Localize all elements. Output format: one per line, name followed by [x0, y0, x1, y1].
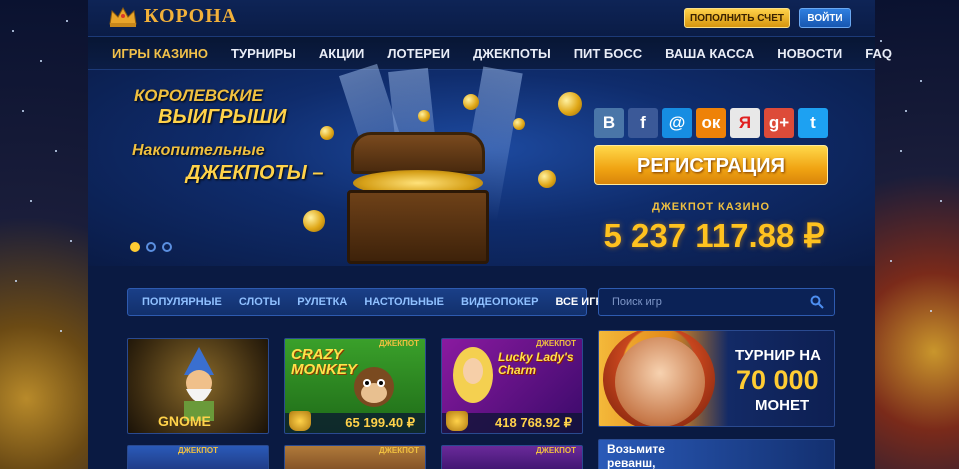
lady-illustration [453, 347, 493, 403]
promo-woman-face [615, 337, 705, 426]
top-bar: КОРОНА ПОПОЛНИТЬ СЧЕТ ВОЙТИ [88, 0, 875, 36]
game-search [598, 288, 835, 316]
jackpot-tag: ДЖЕКПОТ [378, 339, 419, 348]
jackpot-tag: ДЖЕКПОТ [535, 446, 576, 455]
tab-video-poker[interactable]: ВИДЕОПОКЕР [461, 296, 538, 308]
slider-dot[interactable] [130, 242, 140, 252]
facebook-icon[interactable]: f [628, 108, 658, 138]
promo-coins: МОНЕТ [755, 397, 810, 414]
jackpot-tag: ДЖЕКПОТ [535, 339, 576, 348]
star-decoration [22, 110, 24, 112]
tab-slots[interactable]: СЛОТЫ [239, 296, 280, 308]
jackpot-tag: ДЖЕКПОТ [378, 446, 419, 455]
star-decoration [920, 80, 922, 82]
slider-dot[interactable] [162, 242, 172, 252]
banner-headline-3: Накопительные [132, 142, 265, 159]
slider-dots [130, 242, 172, 252]
mailru-icon[interactable]: @ [662, 108, 692, 138]
logo-text: КОРОНА [144, 5, 238, 27]
tab-roulette[interactable]: РУЛЕТКА [297, 296, 347, 308]
nav-item-jackpots[interactable]: ДЖЕКПОТЫ [473, 46, 551, 61]
star-decoration [70, 240, 72, 242]
jackpot-tag: ДЖЕКПОТ [177, 446, 218, 455]
coin [513, 118, 525, 130]
register-button[interactable]: РЕГИСТРАЦИЯ [594, 145, 828, 185]
twitter-icon[interactable]: t [798, 108, 828, 138]
chest-body [347, 190, 489, 264]
deposit-button[interactable]: ПОПОЛНИТЬ СЧЕТ [684, 8, 790, 28]
nav-item-cashier[interactable]: ВАША КАССА [665, 46, 754, 61]
main-nav: ИГРЫ КАЗИНО ТУРНИРЫ АКЦИИ ЛОТЕРЕИ ДЖЕКПО… [88, 36, 892, 70]
social-login-bar: Bf @ ок Яg+ t [594, 108, 828, 138]
game-tile-lucky-ladys-charm[interactable]: ДЖЕКПОТ Lucky Lady's Charm 418 768.92 ₽ [441, 338, 583, 434]
nav-item-lotteries[interactable]: ЛОТЕРЕИ [387, 46, 450, 61]
chest-lid [351, 132, 485, 174]
vk-icon[interactable]: B [594, 108, 624, 138]
game-tile-title: Lucky Lady's Charm [498, 350, 574, 377]
promo-revenge-text: Возьмите реванш, [607, 442, 665, 469]
promo-amount: 70 000 [736, 365, 819, 395]
jackpot-value: 5 237 117.88 ₽ [603, 217, 825, 254]
star-decoration [890, 260, 892, 262]
search-icon[interactable] [810, 295, 824, 309]
crown-icon [109, 6, 137, 27]
banner-headline-1: КОРОЛЕВСКИЕ [134, 86, 263, 105]
yandex-icon[interactable]: Я [730, 108, 760, 138]
jackpot-label: ДЖЕКПОТ КАЗИНО [651, 201, 771, 213]
star-decoration [900, 150, 902, 152]
googleplus-icon[interactable]: g+ [764, 108, 794, 138]
tab-table-games[interactable]: НАСТОЛЬНЫЕ [364, 296, 444, 308]
money-bag-icon [289, 411, 311, 431]
promo-tournament-text: ТУРНИР НА [735, 347, 821, 364]
logo[interactable]: КОРОНА [108, 5, 237, 28]
game-tile[interactable]: ДЖЕКПОТ [441, 445, 583, 469]
odnoklassniki-icon[interactable]: ок [696, 108, 726, 138]
star-decoration [66, 20, 68, 22]
game-tile-crazy-monkey[interactable]: ДЖЕКПОТ CRAZY MONKEY 65 199.40 ₽ [284, 338, 426, 434]
game-tile-gnome[interactable]: GNOME [127, 338, 269, 434]
star-decoration [905, 110, 907, 112]
star-decoration [880, 40, 882, 42]
login-button[interactable]: ВОЙТИ [799, 8, 851, 28]
game-search-input[interactable] [599, 289, 799, 315]
decorative-left-background [0, 0, 88, 469]
nav-item-pit-boss[interactable]: ПИТ БОСС [574, 46, 642, 61]
coin [538, 170, 556, 188]
banner-headline-2: ВЫИГРЫШИ [158, 106, 287, 128]
hero-banner[interactable]: КОРОЛЕВСКИЕ ВЫИГРЫШИ Накопительные ДЖЕКП… [88, 63, 875, 266]
star-decoration [930, 310, 932, 312]
star-decoration [40, 60, 42, 62]
tournament-promo-card[interactable]: ТУРНИР НА 70 000 МОНЕТ [598, 330, 835, 427]
star-decoration [940, 200, 942, 202]
coin [418, 110, 430, 122]
nav-item-faq[interactable]: FAQ [865, 46, 892, 61]
slider-dot[interactable] [146, 242, 156, 252]
game-tile[interactable]: ДЖЕКПОТ [127, 445, 269, 469]
nav-item-tournaments[interactable]: ТУРНИРЫ [231, 46, 296, 61]
coin [320, 126, 334, 140]
money-bag-icon [446, 411, 468, 431]
tab-popular[interactable]: ПОПУЛЯРНЫЕ [142, 296, 222, 308]
casino-page: КОРОНА ПОПОЛНИТЬ СЧЕТ ВОЙТИ ИГРЫ КАЗИНО … [0, 0, 959, 469]
coin [463, 94, 479, 110]
nav-item-news[interactable]: НОВОСТИ [777, 46, 842, 61]
star-decoration [12, 30, 14, 32]
decorative-right-background [875, 0, 959, 469]
game-tile-title: GNOME [158, 413, 211, 429]
treasure-chest-illustration [343, 132, 493, 264]
banner-headline-4: ДЖЕКПОТЫ – [186, 162, 324, 184]
star-decoration [55, 150, 57, 152]
coin [558, 92, 582, 116]
game-tile[interactable]: ДЖЕКПОТ [284, 445, 426, 469]
star-decoration [15, 280, 17, 282]
star-decoration [60, 330, 62, 332]
game-category-tabs: ПОПУЛЯРНЫЕ СЛОТЫ РУЛЕТКА НАСТОЛЬНЫЕ ВИДЕ… [127, 288, 614, 316]
nav-item-casino-games[interactable]: ИГРЫ КАЗИНО [112, 46, 208, 61]
star-decoration [30, 200, 32, 202]
nav-item-promotions[interactable]: АКЦИИ [319, 46, 365, 61]
monkey-illustration [354, 367, 394, 407]
revenge-promo-card[interactable]: Возьмите реванш, [598, 439, 835, 469]
main-column: КОРОНА ПОПОЛНИТЬ СЧЕТ ВОЙТИ ИГРЫ КАЗИНО … [88, 0, 892, 469]
coin [303, 210, 325, 232]
